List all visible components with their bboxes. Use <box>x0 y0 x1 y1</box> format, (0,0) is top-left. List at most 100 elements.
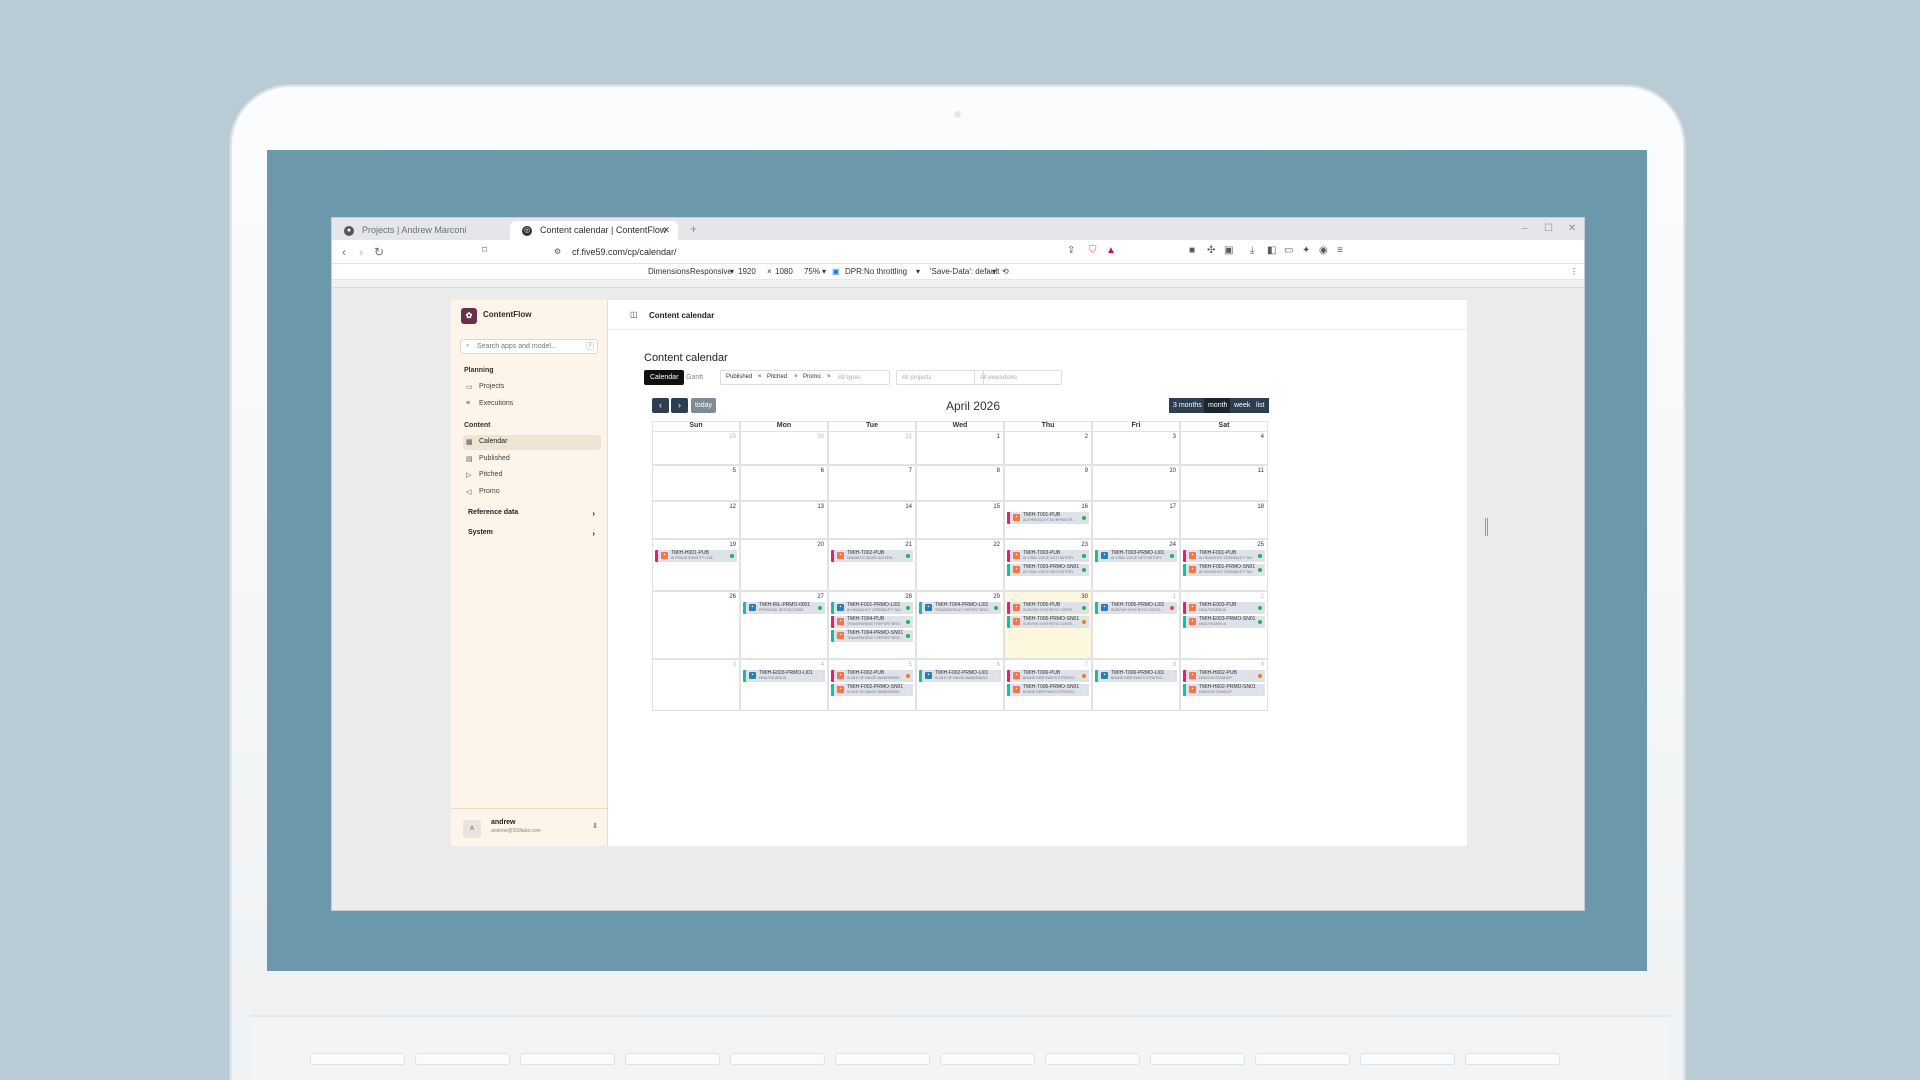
wallet-icon[interactable]: ▭ <box>1284 245 1293 256</box>
day-cell[interactable]: 12 <box>652 501 740 539</box>
day-cell[interactable]: 11 <box>1180 465 1268 501</box>
day-cell[interactable]: 7 ▪ TMIH-T006-PUB BRAND DEEPFAKES STRATEG..… <box>1004 659 1092 711</box>
day-cell[interactable]: 30 <box>740 431 828 465</box>
calendar-event[interactable]: ▪ TMIH-F002-PUB SCALE OF IMAGE AWARENESS <box>831 670 913 682</box>
close-tab-icon[interactable]: ✕ <box>662 225 670 236</box>
day-number[interactable]: 28 <box>905 594 912 600</box>
calendar-event[interactable]: ▪ TMIH-H001-PUB AI FRAUD IDENTITY LINE <box>655 550 737 562</box>
day-cell[interactable]: 29 <box>652 431 740 465</box>
calendar-event[interactable]: ▪ TMIH-T003-PRMO-SN01 AI VIRAL VOICE NOT H… <box>1007 564 1089 576</box>
day-cell[interactable]: 1 <box>916 431 1004 465</box>
rotate-icon[interactable]: ⟲ <box>1002 267 1009 276</box>
day-number[interactable]: 6 <box>997 662 1000 668</box>
save-data-select[interactable]: 'Save-Data': default <box>930 267 999 276</box>
projects-filter[interactable]: All projects <box>896 370 984 385</box>
day-number[interactable]: 13 <box>817 504 824 510</box>
day-cell[interactable]: 16 ▪ TMIH-T001-PUB AUTHENTICITY AS INFRASTR… <box>1004 501 1092 539</box>
calendar-event[interactable]: ▪ TMIH-F001-PRMO-SN01 AI HEADSHOT CREDIBIL… <box>1183 564 1265 576</box>
next-month-button[interactable]: › <box>671 398 688 413</box>
day-cell[interactable]: 22 <box>916 539 1004 591</box>
day-number[interactable]: 14 <box>905 504 912 510</box>
day-cell[interactable]: 13 <box>740 501 828 539</box>
day-cell[interactable]: 19 ▪ TMIH-H001-PUB AI FRAUD IDENTITY LINE <box>652 539 740 591</box>
day-number[interactable]: 29 <box>993 594 1000 600</box>
user-menu[interactable]: A andrew andrew@559labs.com ⇕ <box>451 808 608 846</box>
day-number[interactable]: 1 <box>997 434 1000 440</box>
brand[interactable]: ✿ ContentFlow <box>461 308 531 324</box>
day-number[interactable]: 30 <box>817 434 824 440</box>
calendar-event[interactable]: ▪ TMIH-F001-PRMO-LI01 AI HEADSHOT CREDIBIL… <box>831 602 913 614</box>
site-info-icon[interactable]: ⚙ <box>554 247 561 256</box>
tab-projects[interactable]: ● Projects | Andrew Marconi <box>332 221 502 240</box>
day-number[interactable]: 8 <box>997 468 1000 474</box>
day-cell[interactable]: 6 <box>740 465 828 501</box>
day-cell[interactable]: 9 <box>1004 465 1092 501</box>
calendar-event[interactable]: ▪ TMIH-F002-PRMO-LI01 SCALE OF IMAGE AWARE… <box>919 670 1001 682</box>
sidebar-item-projects[interactable]: ▭ Projects <box>463 380 601 395</box>
puzzle-icon[interactable]: ✣ <box>1207 245 1215 256</box>
day-cell[interactable]: 17 <box>1092 501 1180 539</box>
extension-icon[interactable]: ■ <box>1189 245 1195 256</box>
day-number[interactable]: 8 <box>1173 662 1176 668</box>
day-number[interactable]: 3 <box>1173 434 1176 440</box>
today-button[interactable]: today <box>691 398 716 413</box>
calendar-event[interactable]: ▪ TMIH-T006-PRMO-SN01 BRAND DEEPFAKES STRA… <box>1007 684 1089 696</box>
type-filter[interactable]: Published × Pitched × Promo × All types <box>720 370 890 385</box>
day-number[interactable]: 25 <box>1257 542 1264 548</box>
leo-ai-icon[interactable]: ✦ <box>1302 245 1310 256</box>
day-number[interactable]: 31 <box>905 434 912 440</box>
day-cell[interactable]: 5 <box>652 465 740 501</box>
day-number[interactable]: 5 <box>733 468 736 474</box>
height-input[interactable]: 1080 <box>775 267 793 276</box>
day-number[interactable]: 27 <box>817 594 824 600</box>
reload-icon[interactable]: ↻ <box>374 245 384 259</box>
chip-remove-icon[interactable]: × <box>827 374 831 380</box>
sidebar-item-published[interactable]: ▤ Published <box>463 452 601 467</box>
day-cell[interactable]: 8 ▪ TMIH-T006-PRMO-LI01 BRAND DEEPFAKES STR… <box>1092 659 1180 711</box>
sidebar-item-executions[interactable]: ≡ Executions <box>463 397 601 412</box>
sidebar-group-system[interactable]: System › <box>463 526 601 541</box>
side-resize-handle[interactable] <box>1485 518 1488 536</box>
day-number[interactable]: 16 <box>1081 504 1088 510</box>
calendar-event[interactable]: ▪ TMIH-H002-PUB DRAGON STANDUP <box>1183 670 1265 682</box>
day-cell[interactable]: 24 ▪ TMIH-T003-PRMO-LI01 AI VIRAL VOICE NOT… <box>1092 539 1180 591</box>
day-number[interactable]: 20 <box>817 542 824 548</box>
day-cell[interactable]: 6 ▪ TMIH-F002-PRMO-LI01 SCALE OF IMAGE AWAR… <box>916 659 1004 711</box>
day-cell[interactable]: 28 ▪ TMIH-F001-PRMO-LI01 AI HEADSHOT CREDIB… <box>828 591 916 659</box>
executions-filter[interactable]: All executions <box>974 370 1062 385</box>
menu-icon[interactable]: ≡ <box>1337 245 1343 256</box>
width-input[interactable]: 1920 <box>738 267 756 276</box>
calendar-event[interactable]: ▪ TMIH-E003-PRMO-SN01 HEALTHCARE AI <box>1183 616 1265 628</box>
chip-remove-icon[interactable]: × <box>758 374 762 380</box>
calendar-event[interactable]: ▪ TMIH-T005-PRMO-SN01 SURVIVE SYNTHETIC CO… <box>1007 616 1089 628</box>
day-cell[interactable]: 7 <box>828 465 916 501</box>
calendar-event[interactable]: ▪ TMIH-T005-PUB SURVIVE SYNTHETIC CONTE... <box>1007 602 1089 614</box>
view-list-button[interactable]: list <box>1252 398 1269 413</box>
close-window-icon[interactable]: ✕ <box>1568 223 1576 234</box>
calendar-event[interactable]: ▪ TMIH-T004-PRMO-LI01 TRANSPARENCY REPORT … <box>919 602 1001 614</box>
calendar-event[interactable]: ▪ TMIH-T002-PUB DRAMATIC WORD AUTHEN... <box>831 550 913 562</box>
day-cell[interactable]: 18 <box>1180 501 1268 539</box>
sidebar-item-promo[interactable]: ◁ Promo <box>463 485 601 500</box>
sidebar-item-pitched[interactable]: ▷ Pitched <box>463 468 601 483</box>
day-cell[interactable]: 2 ▪ TMIH-E003-PUB HEALTHCARE AI ▪ TMIH-E003-P… <box>1180 591 1268 659</box>
chip-remove-icon[interactable]: × <box>794 374 798 380</box>
more-options-icon[interactable]: ⋮ <box>1570 267 1578 276</box>
day-number[interactable]: 22 <box>993 542 1000 548</box>
day-number[interactable]: 12 <box>729 504 736 510</box>
day-cell[interactable]: 27 ▪ TMIH-IRL-PRMO-0001 PERSONAL REFLECTION… <box>740 591 828 659</box>
day-cell[interactable]: 2 <box>1004 431 1092 465</box>
calendar-event[interactable]: ▪ TMIH-T006-PUB BRAND DEEPFAKES STRATEG... <box>1007 670 1089 682</box>
day-cell[interactable]: 21 ▪ TMIH-T002-PUB DRAMATIC WORD AUTHEN... <box>828 539 916 591</box>
calendar-event[interactable]: ▪ TMIH-IRL-PRMO-0001 PERSONAL REFLECTIONS <box>743 602 825 614</box>
day-number[interactable]: 15 <box>993 504 1000 510</box>
calendar-event[interactable]: ▪ TMIH-E003-PUB HEALTHCARE AI <box>1183 602 1265 614</box>
day-number[interactable]: 7 <box>909 468 912 474</box>
day-cell[interactable]: 5 ▪ TMIH-F002-PUB SCALE OF IMAGE AWARENESS ▪… <box>828 659 916 711</box>
calendar-event[interactable]: ▪ TMIH-T006-PRMO-LI01 BRAND DEEPFAKES STRA… <box>1095 670 1177 682</box>
day-cell[interactable]: 10 <box>1092 465 1180 501</box>
day-number[interactable]: 3 <box>733 662 736 668</box>
day-number[interactable]: 24 <box>1169 542 1176 548</box>
calendar-event[interactable]: ▪ TMIH-F002-PRMO-SN01 SCALE OF IMAGE AWARE… <box>831 684 913 696</box>
day-number[interactable]: 6 <box>821 468 824 474</box>
